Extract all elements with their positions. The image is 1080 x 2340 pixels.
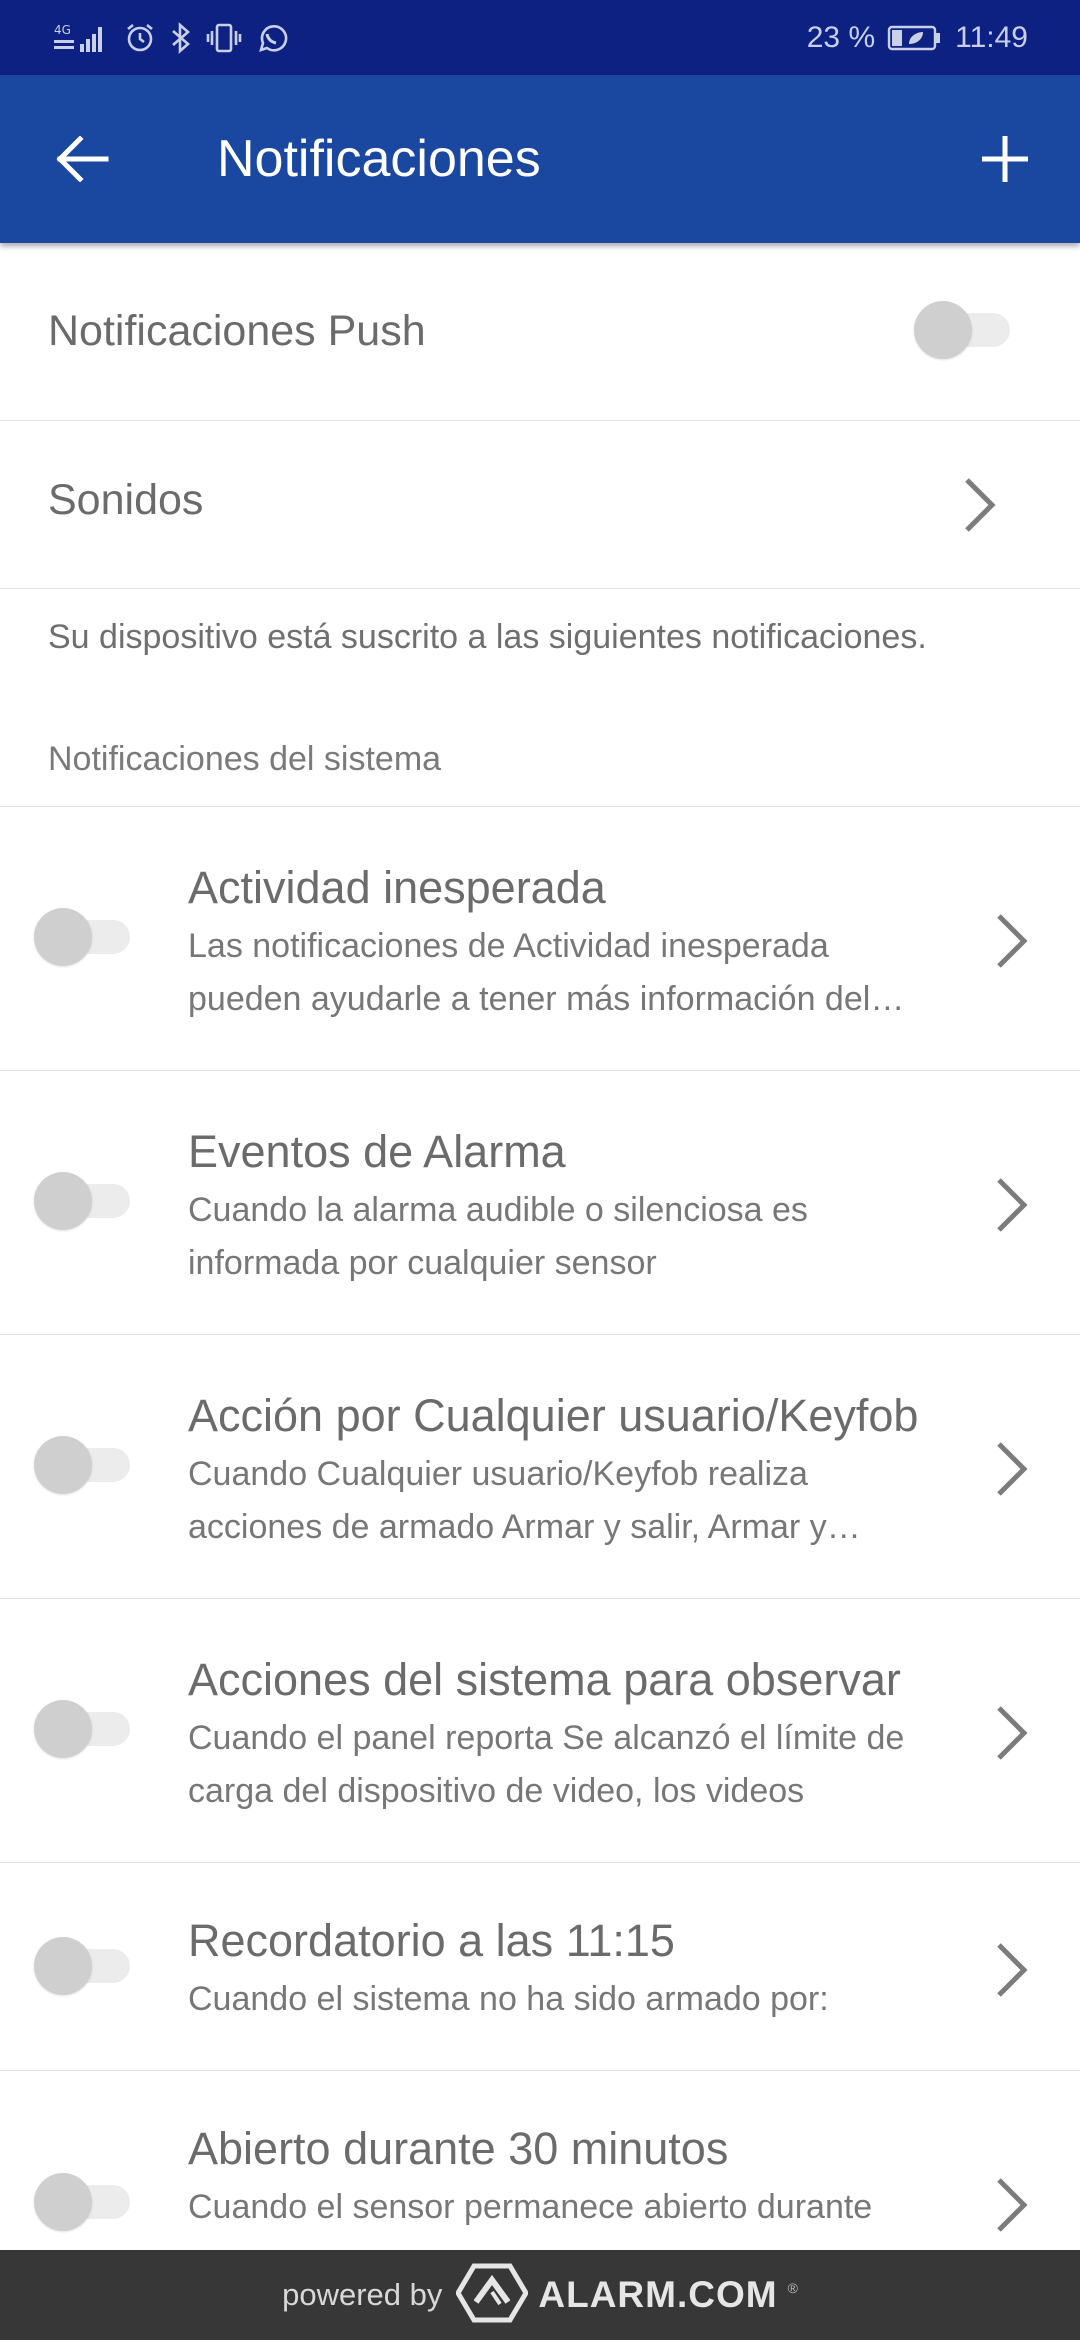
- notification-item[interactable]: Recordatorio a las 11:15 Cuando el siste…: [0, 1863, 1080, 2071]
- notification-title: Actividad inesperada: [188, 862, 606, 913]
- chevron-right-icon: [990, 2173, 1034, 2237]
- toggle-thumb: [34, 908, 92, 966]
- notification-item[interactable]: Abierto durante 30 minutos Cuando el sen…: [0, 2071, 1080, 2250]
- chevron-right-icon: [990, 909, 1034, 973]
- subscription-info-text: Su dispositivo está suscrito a las sigui…: [48, 618, 927, 656]
- footer-powered-by: powered by ALARM.COM ®: [0, 2250, 1080, 2340]
- notification-title: Eventos de Alarma: [188, 1126, 566, 1177]
- toggle-thumb: [34, 1937, 92, 1995]
- notification-toggle[interactable]: [34, 908, 130, 966]
- push-notifications-label: Notificaciones Push: [48, 307, 426, 355]
- chevron-right-icon: [990, 1173, 1034, 1237]
- network-label: 4G: [54, 23, 71, 37]
- push-notifications-row: Notificaciones Push: [0, 243, 1080, 421]
- notification-description: Cuando el sistema no ha sido armado por:: [188, 1980, 829, 2018]
- toggle-thumb: [914, 301, 972, 359]
- whatsapp-icon: [256, 22, 288, 54]
- notification-item[interactable]: Actividad inesperada Las notificaciones …: [0, 807, 1080, 1071]
- alarm-com-logo-icon: [455, 2262, 530, 2329]
- notification-toggle[interactable]: [34, 1436, 130, 1494]
- toggle-thumb: [34, 1436, 92, 1494]
- notification-toggle[interactable]: [34, 1700, 130, 1758]
- notification-title: Abierto durante 30 minutos: [188, 2123, 729, 2174]
- battery-icon: [887, 23, 943, 53]
- bluetooth-icon: [170, 21, 192, 54]
- notification-title: Acción por Cualquier usuario/Keyfob: [188, 1390, 919, 1441]
- chevron-right-icon: [990, 1938, 1034, 2002]
- notification-toggle[interactable]: [34, 2173, 130, 2231]
- notification-item[interactable]: Eventos de Alarma Cuando la alarma audib…: [0, 1071, 1080, 1335]
- sounds-label: Sonidos: [48, 476, 204, 524]
- notification-toggle[interactable]: [34, 1172, 130, 1230]
- alarm-com-brand: ALARM.COM: [538, 2274, 778, 2315]
- arrow-left-icon: [56, 136, 109, 182]
- status-icons-right: 23 % 11:49: [807, 21, 1028, 55]
- chevron-right-icon: [958, 473, 1002, 537]
- sounds-row[interactable]: Sonidos: [0, 421, 1080, 589]
- notification-item[interactable]: Acciones del sistema para observar Cuand…: [0, 1599, 1080, 1863]
- status-bar: 4G 23 % 11:49: [0, 0, 1080, 75]
- push-notifications-toggle[interactable]: [914, 301, 1010, 359]
- section-header-system: Notificaciones del sistema: [48, 740, 442, 778]
- notification-description: Cuando la alarma audible o silenciosa es…: [188, 1191, 808, 1282]
- notification-title: Recordatorio a las 11:15: [188, 1915, 675, 1966]
- notification-description: Cuando Cualquier usuario/Keyfob realiza …: [188, 1455, 827, 1546]
- toggle-thumb: [34, 1172, 92, 1230]
- powered-by-text: powered by: [282, 2277, 443, 2312]
- add-notification-button[interactable]: [970, 124, 1040, 194]
- app-bar: Notificaciones: [0, 75, 1080, 243]
- registered-mark: ®: [787, 2280, 798, 2296]
- status-time: 11:49: [955, 20, 1028, 54]
- chevron-right-icon: [990, 1701, 1034, 1765]
- plus-icon: [982, 136, 1028, 182]
- notification-description: Cuando el sensor permanece abierto duran…: [188, 2188, 873, 2226]
- notification-title: Acciones del sistema para observar: [188, 1654, 901, 1705]
- signal-icon: 4G: [54, 22, 110, 54]
- alarm-clock-icon: [124, 22, 156, 54]
- chevron-right-icon: [990, 1437, 1034, 1501]
- notification-item[interactable]: Acción por Cualquier usuario/Keyfob Cuan…: [0, 1335, 1080, 1599]
- notification-description: Las notificaciones de Actividad inespera…: [188, 927, 871, 1018]
- page-title: Notificaciones: [217, 130, 541, 188]
- status-icons-left: 4G: [54, 21, 288, 54]
- notification-description: Cuando el panel reporta Se alcanzó el lí…: [188, 1719, 905, 1810]
- vibrate-icon: [206, 22, 242, 54]
- battery-percentage: 23 %: [806, 20, 876, 54]
- notification-toggle[interactable]: [34, 1937, 130, 1995]
- toggle-thumb: [34, 2173, 92, 2231]
- toggle-thumb: [34, 1700, 92, 1758]
- back-button[interactable]: [48, 124, 118, 194]
